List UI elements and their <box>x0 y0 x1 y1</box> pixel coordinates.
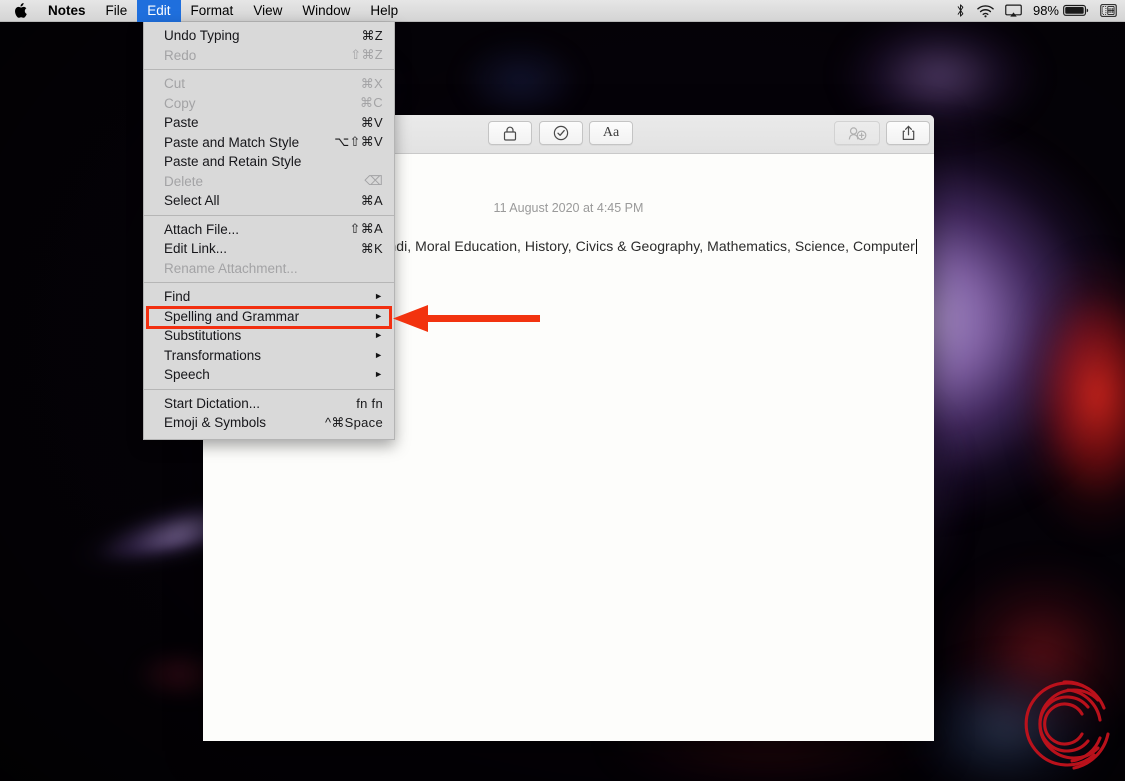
menu-item-rename-attachment: Rename Attachment... <box>144 259 394 279</box>
wifi-status-button[interactable] <box>977 0 994 21</box>
menubar-item-view[interactable]: View <box>243 0 292 22</box>
menu-item-label: Substitutions <box>164 328 242 344</box>
menu-item-cut: Cut ⌘X <box>144 74 394 94</box>
control-center-button[interactable] <box>1100 0 1117 21</box>
share-button[interactable] <box>886 121 930 145</box>
menubar-status-area: 98% <box>955 0 1125 21</box>
submenu-arrow-icon: ► <box>374 310 383 321</box>
menu-separator <box>144 214 394 216</box>
menu-item-paste-and-retain-style[interactable]: Paste and Retain Style <box>144 152 394 172</box>
annotation-arrow <box>393 305 540 332</box>
airplay-icon <box>1005 4 1022 17</box>
lock-icon <box>503 126 517 141</box>
menubar-item-format[interactable]: Format <box>181 0 244 22</box>
menu-item-speech[interactable]: Speech ► <box>144 365 394 385</box>
menu-item-shortcut: ⇧⌘A <box>349 221 383 237</box>
menu-item-label: Paste and Match Style <box>164 134 300 150</box>
menu-item-shortcut: ⇧⌘Z <box>350 47 383 63</box>
menu-item-paste[interactable]: Paste ⌘V <box>144 113 394 133</box>
menu-separator <box>144 282 394 283</box>
menubar-item-help[interactable]: Help <box>360 0 408 22</box>
menu-item-paste-and-match-style[interactable]: Paste and Match Style ⌥⇧⌘V <box>144 133 394 153</box>
menu-item-label: Paste and Retain Style <box>164 154 302 170</box>
menu-item-shortcut: fn fn <box>356 395 383 411</box>
menu-item-label: Copy <box>164 95 196 111</box>
menu-item-label: Start Dictation... <box>164 395 261 411</box>
edit-dropdown-menu[interactable]: Undo Typing ⌘Z Redo ⇧⌘Z Cut ⌘X Copy ⌘C P… <box>143 22 395 440</box>
menu-item-undo-typing[interactable]: Undo Typing ⌘Z <box>144 26 394 46</box>
menu-item-label: Select All <box>164 193 220 209</box>
menu-item-spelling-and-grammar[interactable]: Spelling and Grammar ► <box>144 307 394 327</box>
menu-item-label: Attach File... <box>164 221 240 237</box>
menu-item-find[interactable]: Find ► <box>144 287 394 307</box>
menu-item-select-all[interactable]: Select All ⌘A <box>144 191 394 211</box>
menu-item-start-dictation[interactable]: Start Dictation... fn fn <box>144 394 394 414</box>
wifi-icon <box>977 4 994 17</box>
bluetooth-status-button[interactable] <box>955 0 966 21</box>
menu-item-shortcut: ⌘V <box>360 114 383 130</box>
checklist-button[interactable] <box>539 121 583 145</box>
submenu-arrow-icon: ► <box>374 291 383 302</box>
bluetooth-icon <box>957 4 964 17</box>
menu-item-label: Speech <box>164 367 210 383</box>
menu-item-shortcut: ^⌘Space <box>324 414 383 430</box>
menu-item-label: Transformations <box>164 347 262 363</box>
menu-separator <box>144 69 394 70</box>
menubar-item-notes[interactable]: Notes <box>38 0 96 22</box>
menu-item-label: Paste <box>164 115 199 131</box>
apple-logo-icon <box>15 3 27 18</box>
menu-separator <box>144 388 394 390</box>
menu-item-emoji-and-symbols[interactable]: Emoji & Symbols ^⌘Space <box>144 413 394 433</box>
menu-item-label: Find <box>164 289 191 305</box>
submenu-arrow-icon: ► <box>374 349 383 360</box>
menu-item-label: Spelling and Grammar <box>164 308 300 324</box>
menubar-item-window[interactable]: Window <box>292 0 360 22</box>
menu-item-shortcut: ⌥⇧⌘V <box>334 134 383 150</box>
battery-status-button[interactable]: 98% <box>1033 0 1089 21</box>
menu-item-shortcut: ⌘A <box>360 192 383 208</box>
submenu-arrow-icon: ► <box>374 369 383 380</box>
menu-item-label: Rename Attachment... <box>164 260 298 276</box>
control-center-icon <box>1100 4 1117 17</box>
share-icon <box>902 125 914 140</box>
brand-logo-watermark <box>1024 680 1110 770</box>
menu-item-label: Undo Typing <box>164 28 240 44</box>
add-person-icon <box>848 126 866 140</box>
menu-item-attach-file[interactable]: Attach File... ⇧⌘A <box>144 220 394 240</box>
desktop-screen: Aa 11 August 2020 at 4:45 PM Subjects in… <box>0 0 1125 781</box>
menu-item-redo: Redo ⇧⌘Z <box>144 46 394 66</box>
checkmark-circle-icon <box>553 125 569 141</box>
menu-item-shortcut: ⌘X <box>360 75 383 91</box>
menu-item-label: Cut <box>164 76 186 92</box>
battery-icon <box>1063 4 1089 16</box>
menu-item-substitutions[interactable]: Substitutions ► <box>144 326 394 346</box>
menu-item-label: Delete <box>164 173 204 189</box>
menu-item-copy: Copy ⌘C <box>144 94 394 114</box>
lock-note-button[interactable] <box>488 121 532 145</box>
menu-item-shortcut: ⌘Z <box>361 27 383 43</box>
menu-item-shortcut: ⌘K <box>360 240 383 256</box>
menu-item-shortcut: ⌫ <box>364 173 383 189</box>
macos-menubar: Notes File Edit Format View Window Help <box>0 0 1125 22</box>
add-people-button[interactable] <box>834 121 880 145</box>
text-cursor <box>915 239 917 254</box>
menu-item-transformations[interactable]: Transformations ► <box>144 346 394 366</box>
menu-item-edit-link[interactable]: Edit Link... ⌘K <box>144 239 394 259</box>
menu-item-label: Edit Link... <box>164 241 228 257</box>
menubar-item-file[interactable]: File <box>96 0 138 22</box>
menubar-item-edit[interactable]: Edit <box>137 0 181 22</box>
format-text-button[interactable]: Aa <box>589 121 633 145</box>
apple-menu-button[interactable] <box>0 0 38 21</box>
menu-item-label: Redo <box>164 47 197 63</box>
menu-item-delete: Delete ⌫ <box>144 172 394 192</box>
format-button-label: Aa <box>602 125 620 140</box>
airplay-status-button[interactable] <box>1005 0 1022 21</box>
battery-percent-label: 98% <box>1032 3 1059 18</box>
submenu-arrow-icon: ► <box>374 330 383 341</box>
menu-item-label: Emoji & Symbols <box>164 415 267 431</box>
menu-item-shortcut: ⌘C <box>360 95 383 111</box>
